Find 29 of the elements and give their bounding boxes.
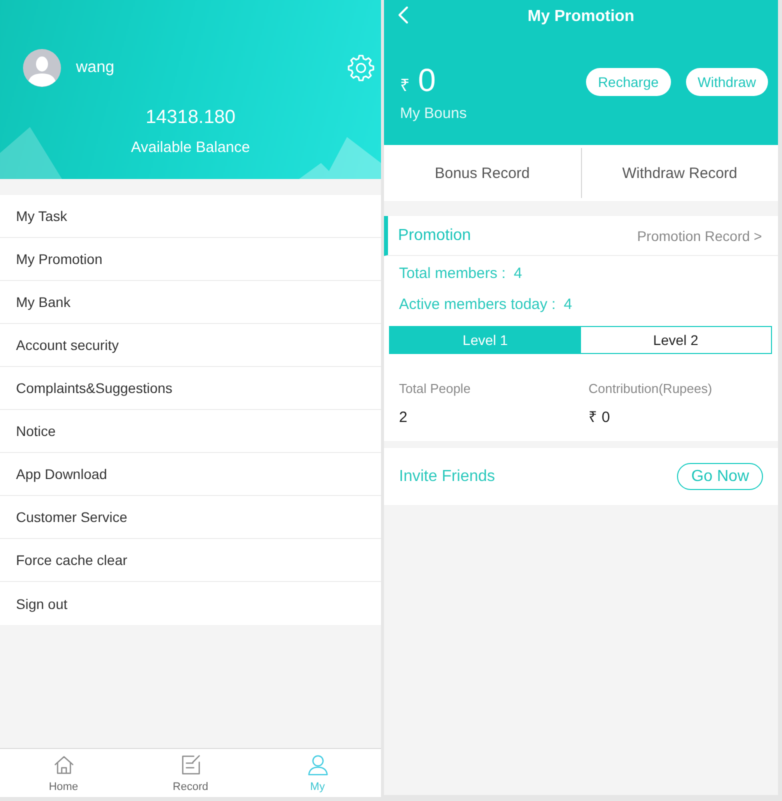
promotion-record-link[interactable]: Promotion Record > bbox=[637, 228, 762, 244]
balance-amount: 14318.180 bbox=[146, 106, 236, 130]
settings-icon[interactable] bbox=[347, 54, 375, 82]
avatar-icon bbox=[23, 49, 61, 87]
stat-label: Active members today : bbox=[399, 296, 556, 313]
bonus-label: My Bouns bbox=[400, 104, 467, 124]
notepad-pen-icon bbox=[180, 754, 202, 776]
bonus-amount: 0 bbox=[418, 62, 436, 98]
record-link[interactable]: Bonus Record bbox=[384, 145, 580, 201]
stat-label: Total members : bbox=[399, 265, 506, 282]
record-link[interactable]: Withdraw Record bbox=[582, 145, 778, 201]
screen-title: My Promotion bbox=[526, 8, 636, 26]
column-value: 2 bbox=[399, 408, 408, 428]
stat-value: 4 bbox=[514, 265, 522, 282]
column-header: Contribution(Rupees) bbox=[588, 380, 712, 398]
invite-label: Invite Friends bbox=[399, 468, 496, 486]
home-icon bbox=[52, 754, 74, 776]
column-value: ₹ 0 bbox=[588, 408, 610, 428]
section-title: Promotion bbox=[398, 226, 471, 244]
back-icon[interactable] bbox=[397, 6, 409, 24]
stat-value: 4 bbox=[564, 296, 572, 313]
tab-bar-item[interactable]: Record bbox=[127, 749, 254, 797]
balance-label: Available Balance bbox=[131, 138, 250, 158]
person-icon bbox=[306, 754, 328, 776]
username: wang bbox=[76, 59, 116, 77]
column-header: Total People bbox=[399, 380, 471, 398]
currency-symbol: ₹ bbox=[400, 75, 410, 96]
mountain-drawing bbox=[0, 127, 62, 179]
tab-bar-item[interactable]: Home bbox=[0, 749, 127, 797]
